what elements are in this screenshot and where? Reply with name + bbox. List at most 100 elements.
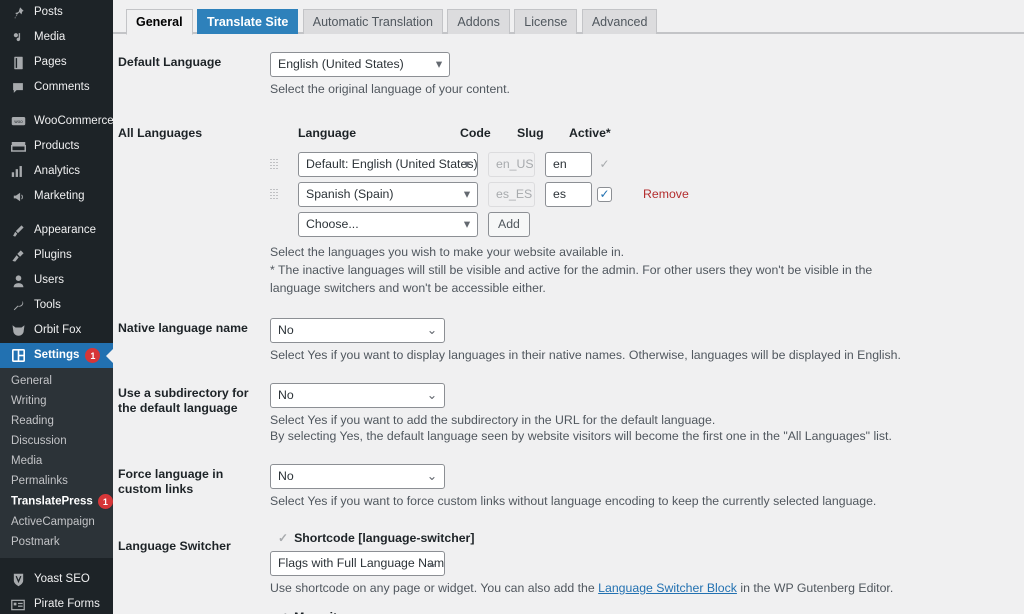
tab-advanced[interactable]: Advanced — [581, 9, 658, 34]
admin-screen: Posts Media Pages Comments woo WooCommer… — [0, 0, 1024, 614]
sidebar-item-users[interactable]: Users — [0, 268, 113, 293]
admin-sidebar: Posts Media Pages Comments woo WooCommer… — [0, 0, 113, 614]
tab-translate-site[interactable]: Translate Site — [197, 9, 299, 34]
sidebar-item-pages[interactable]: Pages — [0, 50, 113, 75]
default-language-select[interactable]: English (United States) ▾ — [270, 52, 450, 77]
language-select-row-1[interactable]: Default: English (United States) ▾ — [298, 151, 478, 177]
sidebar-item-settings[interactable]: Settings 1 — [0, 343, 113, 368]
default-language-description: Select the original language of your con… — [270, 82, 510, 96]
native-language-select[interactable]: No ⌄ — [270, 318, 445, 343]
shortcode-description: Use shortcode on any page or widget. You… — [270, 580, 1014, 596]
subdirectory-description-2: By selecting Yes, the default language s… — [270, 429, 892, 443]
submenu-item-writing[interactable]: Writing — [0, 391, 113, 411]
general-settings-form: Default Language English (United States)… — [113, 52, 1024, 614]
row-default-language: Default Language English (United States)… — [113, 52, 1024, 97]
row-all-languages: All Languages Language Code Slug Active* — [113, 123, 1024, 296]
triangle-down-icon: ▾ — [463, 156, 470, 171]
language-switcher-block-link[interactable]: Language Switcher Block — [598, 581, 737, 595]
native-language-label: Native language name — [118, 321, 248, 335]
submenu-item-reading[interactable]: Reading — [0, 411, 113, 431]
add-language-row: Choose... ▾ Add — [270, 209, 1014, 239]
submenu-item-general[interactable]: General — [0, 371, 113, 391]
sidebar-item-label: WooCommerce — [34, 114, 113, 127]
sidebar-item-yoast-seo[interactable]: Yoast SEO — [0, 567, 113, 592]
submenu-item-postmark[interactable]: Postmark — [0, 532, 113, 552]
drag-handle-icon[interactable] — [270, 188, 298, 200]
page-icon — [9, 54, 27, 72]
products-icon — [9, 138, 27, 156]
wrench-icon — [9, 297, 27, 315]
sidebar-item-label: Orbit Fox — [34, 323, 82, 336]
tab-general[interactable]: General — [126, 9, 193, 35]
chevron-down-icon: ⌄ — [426, 388, 437, 402]
yoast-icon — [9, 571, 27, 589]
sidebar-item-label: Posts — [34, 5, 63, 18]
add-language-button[interactable]: Add — [488, 211, 530, 237]
shortcode-style-select[interactable]: Flags with Full Language Names ⌄ — [270, 551, 445, 576]
sidebar-item-label: Users — [34, 273, 65, 286]
language-select-row-2[interactable]: Spanish (Spain) ▾ — [298, 181, 478, 207]
sidebar-item-orbit-fox[interactable]: Orbit Fox — [0, 318, 113, 343]
native-language-description: Select Yes if you want to display langua… — [270, 348, 901, 362]
tab-addons[interactable]: Addons — [447, 9, 510, 34]
sidebar-item-label: Media — [34, 30, 66, 43]
default-language-value: English (United States) — [278, 57, 404, 71]
force-language-description: Select Yes if you want to force custom l… — [270, 494, 877, 508]
translatepress-badge: 1 — [97, 494, 113, 509]
shortcode-style-value: Flags with Full Language Names — [278, 556, 445, 570]
sidebar-item-products[interactable]: Products — [0, 134, 113, 159]
choose-language-value: Choose... — [306, 216, 359, 231]
woocommerce-icon: woo — [9, 113, 27, 131]
sidebar-item-media[interactable]: Media — [0, 25, 113, 50]
row-force-language: Force language in custom links No ⌄ Sele… — [113, 464, 1024, 509]
analytics-icon — [9, 163, 27, 181]
language-value-row-2: Spanish (Spain) — [306, 186, 394, 201]
plug-icon — [9, 247, 27, 265]
sidebar-item-comments[interactable]: Comments — [0, 75, 113, 100]
slug-field-row-2[interactable]: es — [545, 181, 592, 207]
submenu-item-permalinks[interactable]: Permalinks — [0, 471, 113, 491]
subdirectory-description-1: Select Yes if you want to add the subdir… — [270, 413, 716, 427]
tab-license[interactable]: License — [514, 9, 578, 34]
chevron-down-icon: ⌄ — [426, 323, 437, 337]
languages-table-header: Language Code Slug Active* — [270, 123, 1014, 143]
submenu-item-translatepress[interactable]: TranslatePress 1 — [0, 491, 113, 512]
shortcode-description-after: in the WP Gutenberg Editor. — [736, 581, 894, 595]
settings-submenu: General Writing Reading Discussion Media… — [0, 368, 113, 558]
chevron-down-icon: ⌄ — [426, 469, 437, 483]
sidebar-item-woocommerce[interactable]: woo WooCommerce — [0, 109, 113, 134]
shortcode-description-before: Use shortcode on any page or widget. You… — [270, 581, 599, 595]
submenu-item-media[interactable]: Media — [0, 451, 113, 471]
sidebar-item-plugins[interactable]: Plugins — [0, 243, 113, 268]
comment-icon — [9, 79, 27, 97]
force-language-select[interactable]: No ⌄ — [270, 464, 445, 489]
remove-language-link-row-2[interactable]: Remove — [643, 187, 689, 201]
check-icon: ✓ — [278, 610, 288, 614]
shortcode-option[interactable]: ✓ Shortcode [language-switcher] — [278, 531, 1014, 545]
default-language-label: Default Language — [118, 55, 222, 69]
sidebar-item-pirate-forms[interactable]: Pirate Forms — [0, 592, 113, 614]
tab-automatic-translation[interactable]: Automatic Translation — [302, 9, 443, 34]
sidebar-item-label: Plugins — [34, 248, 72, 261]
sidebar-item-posts[interactable]: Posts — [0, 0, 113, 25]
subdirectory-select[interactable]: No ⌄ — [270, 383, 445, 408]
native-language-value: No — [278, 323, 294, 337]
slug-field-row-1[interactable]: en — [545, 151, 592, 177]
sidebar-item-marketing[interactable]: Marketing — [0, 184, 113, 209]
submenu-item-discussion[interactable]: Discussion — [0, 431, 113, 451]
sidebar-item-label: Marketing — [34, 189, 85, 202]
pin-icon — [9, 4, 27, 22]
sidebar-item-tools[interactable]: Tools — [0, 293, 113, 318]
code-field-row-1: en_US — [488, 151, 535, 177]
drag-handle-icon[interactable] — [270, 158, 298, 170]
choose-language-select[interactable]: Choose... ▾ — [298, 211, 478, 237]
sidebar-item-analytics[interactable]: Analytics — [0, 159, 113, 184]
active-checkbox-row-2[interactable]: ✓ — [597, 186, 612, 202]
table-row: Spanish (Spain) ▾ es_ES es ✓ Remove — [270, 179, 1014, 209]
submenu-item-activecampaign[interactable]: ActiveCampaign — [0, 512, 113, 532]
all-languages-description-2: * The inactive languages will still be v… — [270, 263, 873, 277]
megaphone-icon — [9, 188, 27, 206]
all-languages-label: All Languages — [118, 126, 203, 140]
menu-item-option[interactable]: ✓ Menu item — [278, 610, 1014, 614]
sidebar-item-appearance[interactable]: Appearance — [0, 218, 113, 243]
